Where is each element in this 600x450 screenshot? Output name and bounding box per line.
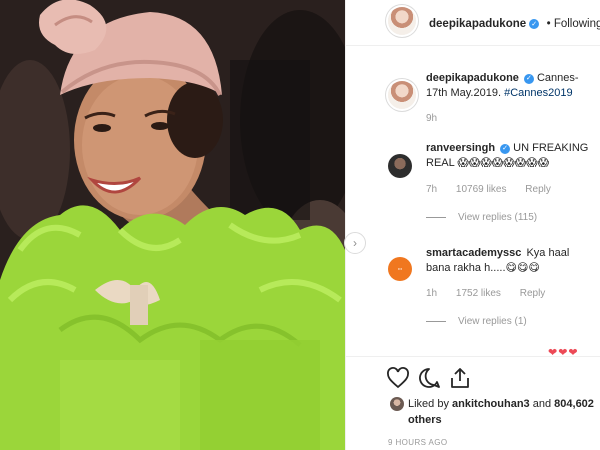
author-username[interactable]: deepikapadukone	[429, 18, 526, 30]
caption-username[interactable]: deepikapadukone	[426, 72, 519, 84]
comment-item: ranveersingh ✓ UN FREAKING REAL 😱😱😱😱😱😱😱😱	[426, 141, 596, 171]
comment-item: smartacademyssc Kya haal bana rakha h...…	[426, 246, 596, 276]
author-avatar[interactable]	[388, 7, 416, 35]
view-replies-label: View replies (115)	[458, 212, 538, 223]
caption-author-avatar[interactable]	[388, 81, 416, 109]
comment-reply-button[interactable]: Reply	[525, 184, 551, 195]
following-button[interactable]: • Following	[547, 18, 600, 30]
comment-meta: 1h 1752 likes Reply	[426, 288, 561, 299]
divider-line	[426, 217, 446, 218]
chevron-right-icon: ›	[353, 236, 357, 250]
view-replies-button[interactable]: View replies (1)	[426, 316, 527, 327]
avatar-logo-text: •••	[397, 266, 403, 271]
comment-meta: 7h 10769 likes Reply	[426, 184, 567, 195]
heart-icon[interactable]	[386, 366, 410, 390]
comments-list[interactable]: deepikapadukone ✓ Cannes-17th May.2019. #…	[346, 47, 600, 355]
comment-likes[interactable]: 10769 likes	[456, 184, 507, 195]
post-timestamp[interactable]: 9 HOURS AGO	[388, 438, 448, 447]
caption-hashtag[interactable]: #Cannes2019	[504, 87, 573, 99]
comment-avatar[interactable]: •••	[388, 257, 412, 281]
view-replies-label: View replies (1)	[458, 316, 527, 327]
post-photo-illustration	[0, 0, 345, 450]
comment-avatar[interactable]	[388, 154, 412, 178]
caption-meta: 9h	[426, 113, 453, 124]
comment-age: 7h	[426, 184, 438, 195]
post-actions: Liked by ankitchouhan3 and 804,602 other…	[346, 356, 600, 450]
caption: deepikapadukone ✓ Cannes-17th May.2019. #…	[426, 71, 596, 101]
and-label: and	[532, 398, 552, 410]
liked-by-label: Liked by	[408, 398, 449, 410]
comment-username[interactable]: ranveersingh	[426, 142, 495, 154]
verified-badge-icon: ✓	[529, 19, 540, 29]
comment-age: 1h	[426, 288, 438, 299]
comment-username[interactable]: smartacademyssc	[426, 247, 521, 259]
post-side-panel: deepikapadukone ✓ • Following deepikapadu…	[345, 0, 600, 450]
likes-summary: Liked by ankitchouhan3 and 804,602 other…	[390, 396, 595, 428]
verified-badge-icon: ✓	[523, 73, 534, 84]
post-photo[interactable]	[0, 0, 345, 450]
divider-line	[426, 321, 446, 322]
comment-icon[interactable]	[417, 366, 441, 390]
view-replies-button[interactable]: View replies (115)	[426, 212, 537, 223]
partial-comment: ❤❤❤	[548, 347, 579, 355]
comment-reply-button[interactable]: Reply	[520, 288, 546, 299]
verified-badge-icon: ✓	[500, 143, 511, 154]
next-photo-button[interactable]: ›	[344, 232, 366, 254]
caption-age: 9h	[426, 113, 438, 124]
comment-likes[interactable]: 1752 likes	[456, 288, 501, 299]
share-icon[interactable]	[448, 366, 472, 390]
post-header: deepikapadukone ✓ • Following	[346, 0, 600, 46]
liked-by-user[interactable]: ankitchouhan3	[452, 398, 530, 410]
